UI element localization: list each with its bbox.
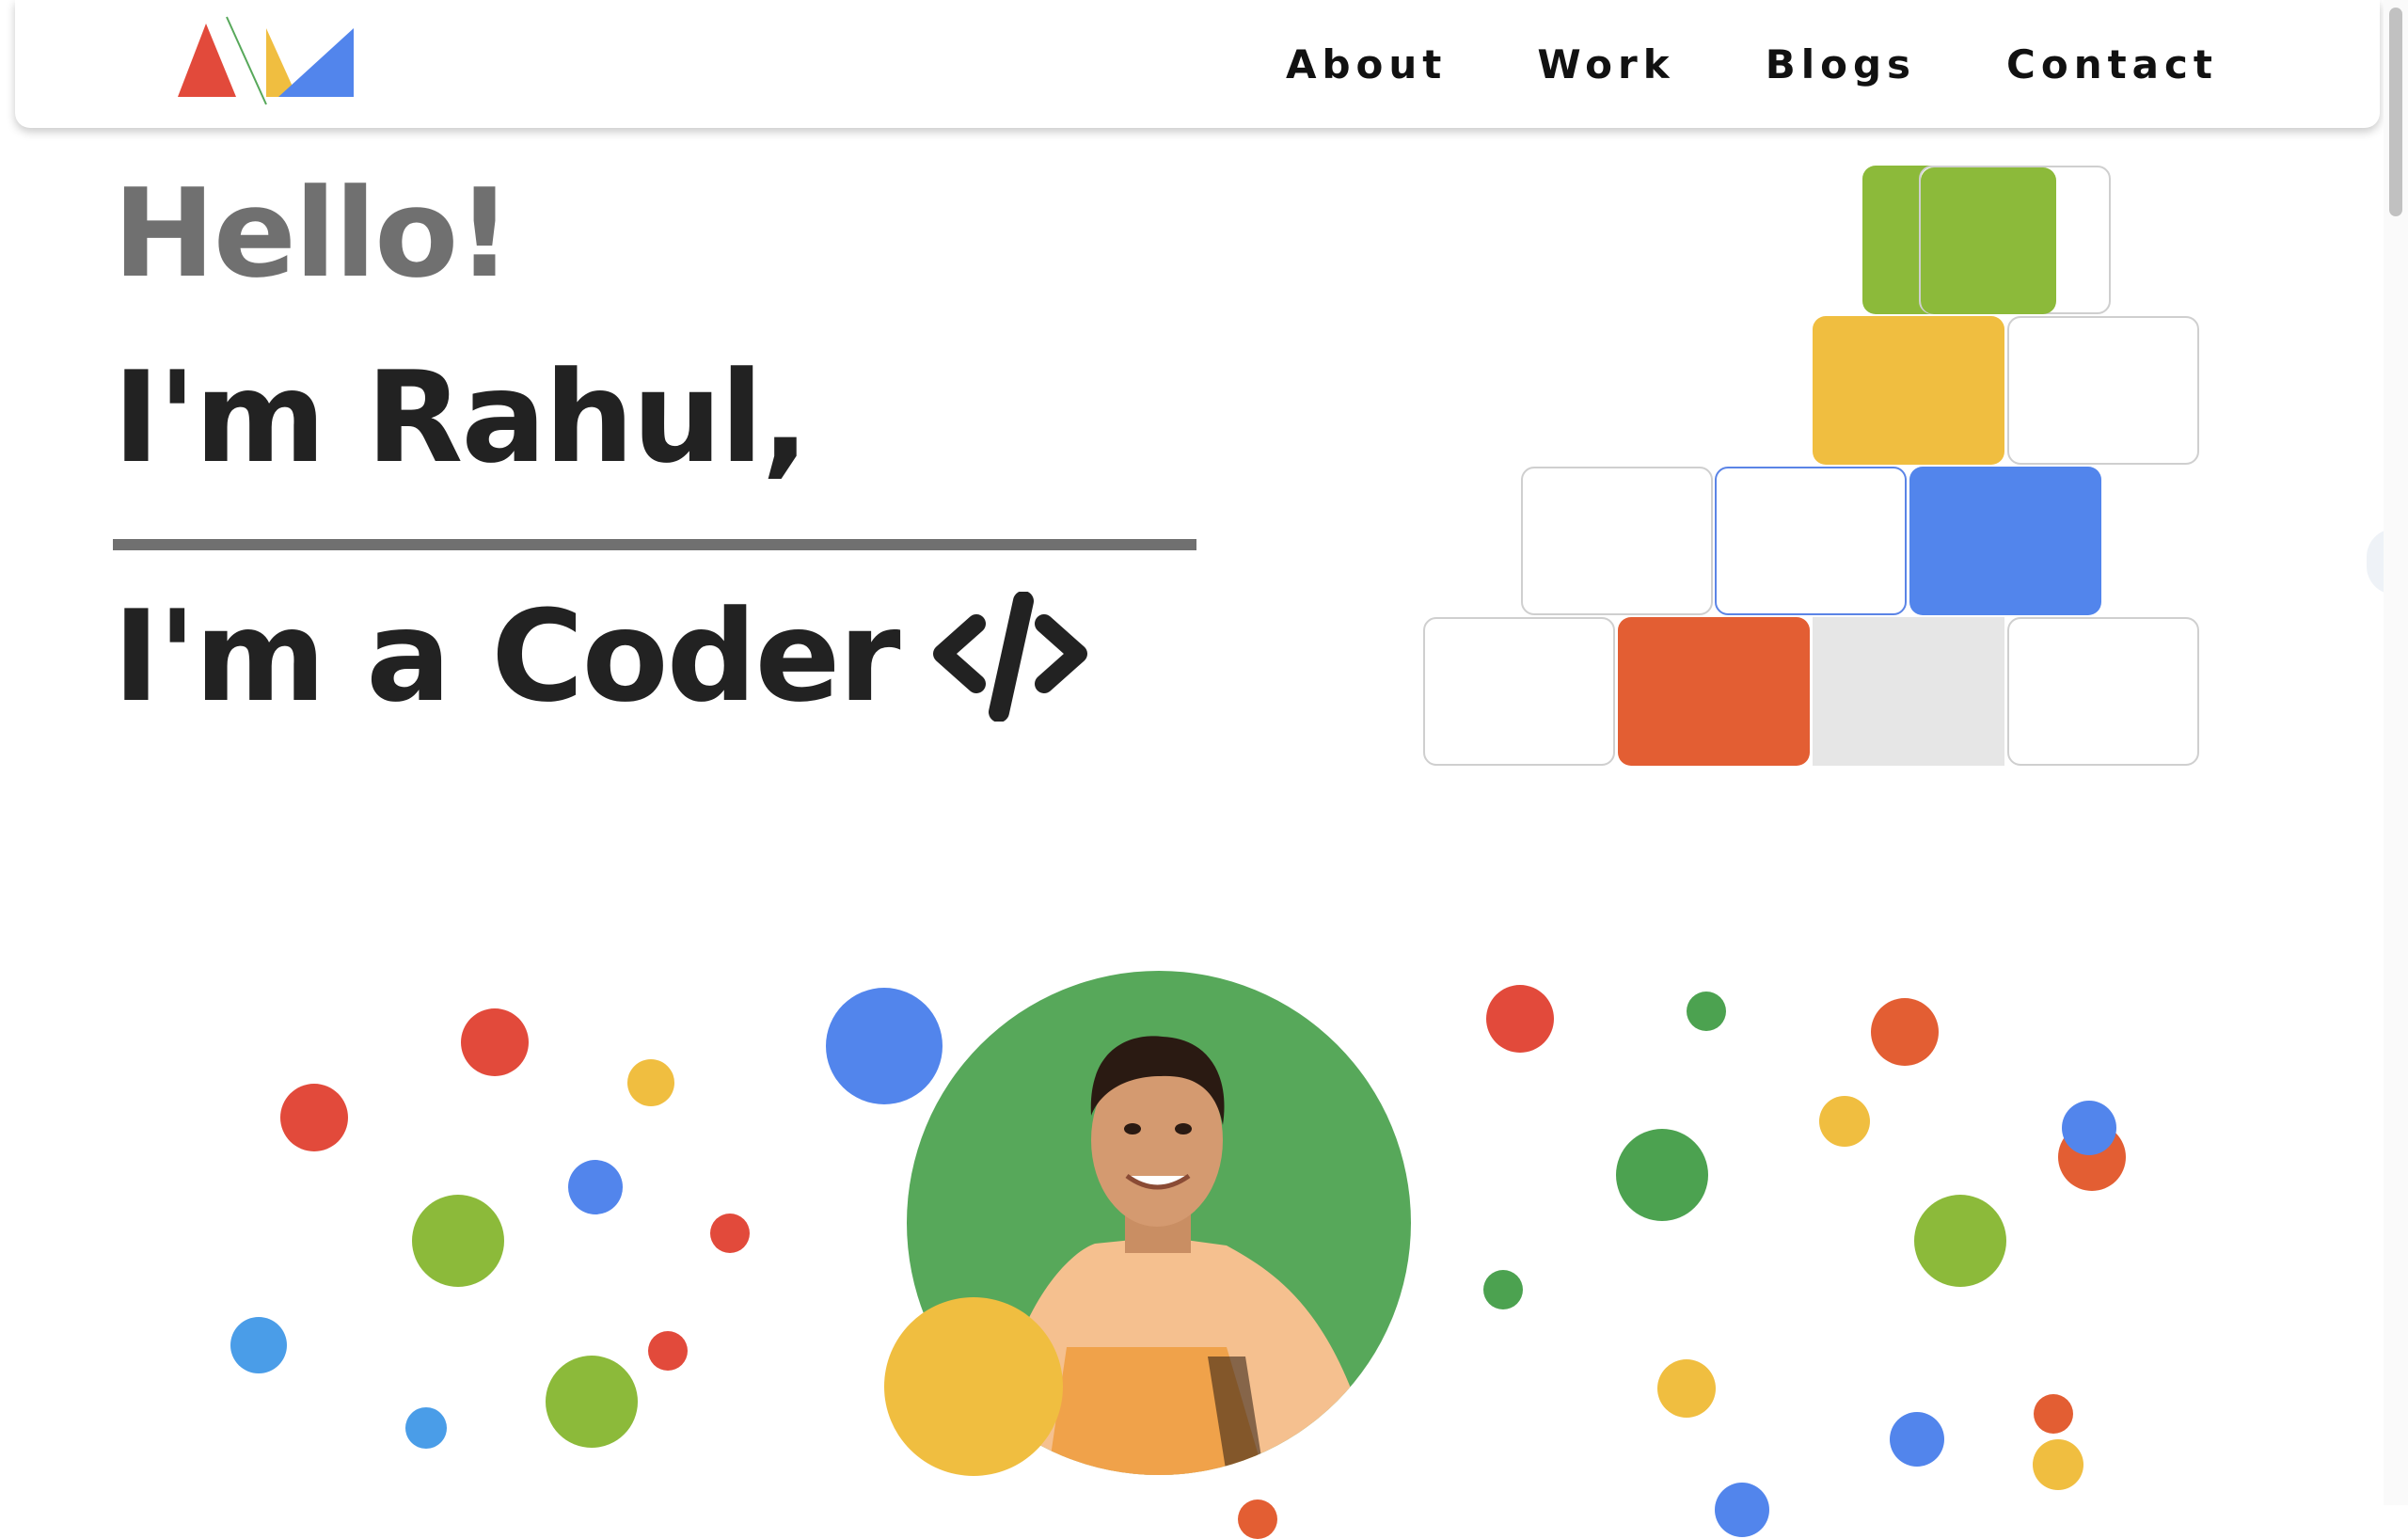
bubble-blue xyxy=(1890,1412,1944,1467)
bubble-blue xyxy=(1715,1483,1769,1537)
grid-block-blue xyxy=(1909,467,2101,615)
nav-blogs-link[interactable]: Blogs xyxy=(1766,41,1916,87)
bubble-blue xyxy=(826,988,943,1104)
grid-block-outline xyxy=(1521,467,1713,615)
bubble-green xyxy=(1616,1129,1708,1221)
greeting-heading: Hello! xyxy=(113,162,513,305)
bubble-green xyxy=(1914,1195,2006,1287)
main-nav: About Work Blogs Contact xyxy=(1286,0,2218,128)
grid-block-outline xyxy=(2007,316,2199,465)
name-heading: I'm Rahul, xyxy=(113,344,809,491)
grid-block-gray xyxy=(1813,617,2004,766)
bubble-blue xyxy=(568,1160,623,1214)
bubble-blue xyxy=(405,1407,447,1449)
bubble-blue xyxy=(2062,1101,2116,1155)
bubble-green xyxy=(1483,1270,1523,1309)
logo-mark-icon[interactable] xyxy=(161,12,377,111)
bubble-yellow xyxy=(1819,1096,1870,1147)
role-text: I'm a Coder xyxy=(113,583,901,730)
bubble-red xyxy=(1871,998,1939,1066)
bubble-red xyxy=(461,1008,529,1076)
scrollbar[interactable] xyxy=(2384,0,2408,1505)
bubble-blue xyxy=(230,1317,287,1373)
bubble-yellow xyxy=(884,1297,1063,1476)
grid-block-red xyxy=(1618,617,1810,766)
bubble-yellow xyxy=(2033,1439,2083,1490)
grid-block-outline-blue xyxy=(1715,467,1907,615)
bubble-yellow xyxy=(1657,1359,1716,1418)
bubble-yellow xyxy=(627,1059,674,1106)
site-header: About Work Blogs Contact xyxy=(15,0,2380,128)
bubble-red xyxy=(1238,1499,1277,1539)
heading-divider xyxy=(113,539,1196,550)
bubble-red xyxy=(648,1331,688,1371)
scrollbar-thumb[interactable] xyxy=(2389,8,2402,216)
bubble-green xyxy=(546,1356,638,1448)
grid-block-outline xyxy=(1423,617,1615,766)
nav-about-link[interactable]: About xyxy=(1286,41,1447,87)
bubble-green xyxy=(1687,992,1726,1031)
code-icon xyxy=(932,592,1087,722)
grid-block-green-2 xyxy=(1921,167,2056,314)
bubble-red xyxy=(710,1214,750,1253)
bubble-red xyxy=(280,1084,348,1151)
nav-contact-link[interactable]: Contact xyxy=(2006,41,2218,87)
bubble-red xyxy=(2034,1394,2073,1434)
role-heading: I'm a Coder xyxy=(113,581,1089,733)
grid-block-yellow xyxy=(1813,316,2004,465)
nav-work-link[interactable]: Work xyxy=(1537,41,1674,87)
bubble-green xyxy=(412,1195,504,1287)
grid-block-outline xyxy=(2007,617,2199,766)
bubble-red xyxy=(1486,985,1554,1053)
